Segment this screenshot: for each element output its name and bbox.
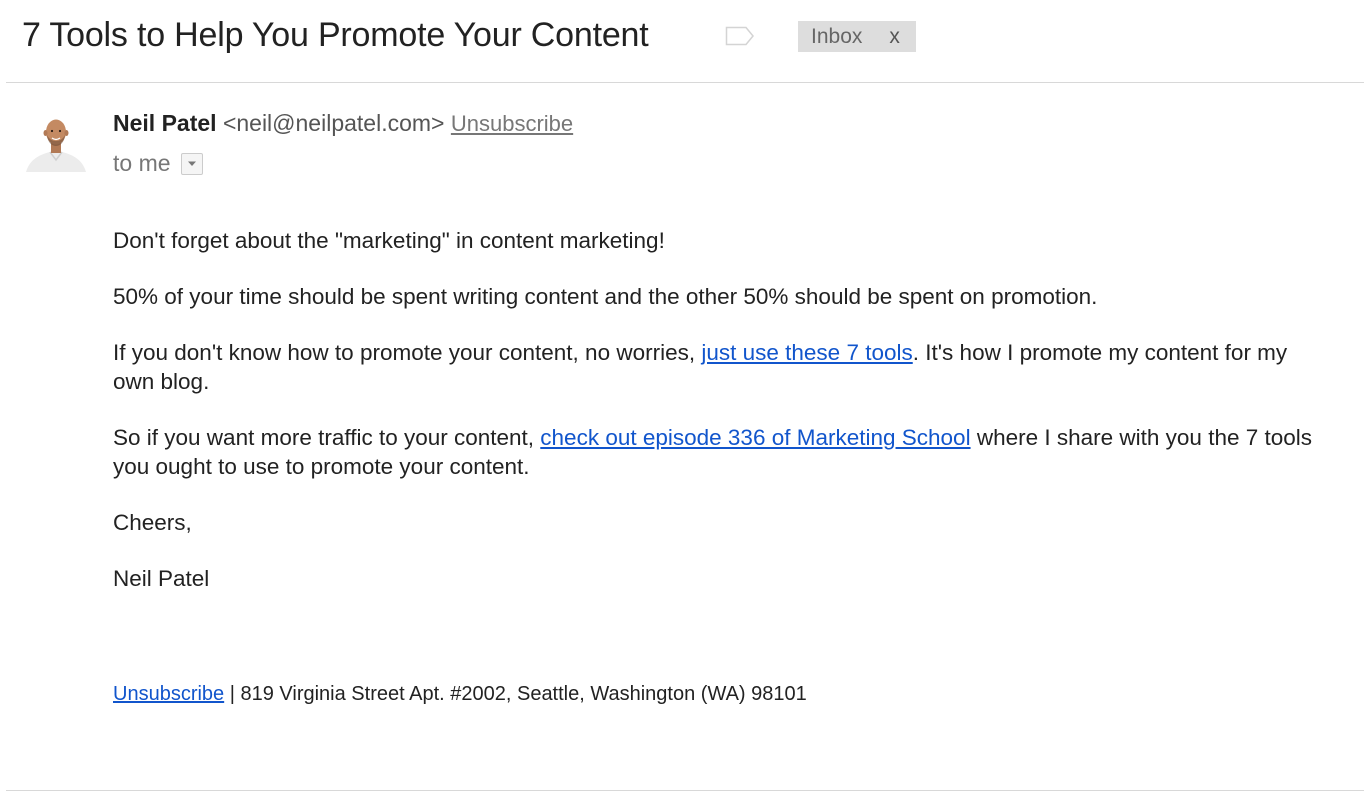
details-dropdown-button[interactable] — [180, 152, 203, 175]
body-paragraph: 50% of your time should be spent writing… — [113, 284, 1098, 309]
body-paragraph: Don't forget about the "marketing" in co… — [113, 228, 665, 253]
recipient-label: to me — [113, 150, 171, 176]
signature: Neil Patel — [113, 566, 210, 591]
sender-email: <neil@neilpatel.com> — [222, 110, 445, 136]
inbox-label-chip[interactable]: Inbox x — [798, 21, 916, 52]
email-subject: 7 Tools to Help You Promote Your Content — [22, 15, 649, 54]
email-footer: Unsubscribe | 819 Virginia Street Apt. #… — [113, 683, 807, 706]
chevron-down-icon — [187, 161, 196, 166]
remove-label-button[interactable]: x — [889, 25, 900, 49]
body-paragraph: So if you want more traffic to your cont… — [113, 423, 1333, 481]
body-paragraph: If you don't know how to promote your co… — [113, 338, 1333, 396]
footer-address: | 819 Virginia Street Apt. #2002, Seattl… — [224, 683, 807, 705]
header-unsubscribe-link[interactable]: Unsubscribe — [451, 111, 573, 136]
subject-row: 7 Tools to Help You Promote Your Content — [22, 12, 649, 58]
body-text: So if you want more traffic to your cont… — [113, 425, 541, 450]
sender-line: Neil Patel <neil@neilpatel.com> Unsubscr… — [113, 110, 573, 137]
inbox-label: Inbox — [811, 24, 863, 48]
body-text: If you don't know how to promote your co… — [113, 340, 702, 365]
recipient-line: to me — [113, 150, 203, 177]
email-view: 7 Tools to Help You Promote Your Content… — [0, 0, 1364, 796]
sender-name[interactable]: Neil Patel — [113, 110, 217, 136]
footer-divider — [6, 790, 1364, 791]
email-body: Don't forget about the "marketing" in co… — [113, 226, 1333, 620]
footer-unsubscribe-link[interactable]: Unsubscribe — [113, 683, 224, 705]
avatar[interactable] — [24, 108, 88, 172]
episode-link[interactable]: check out episode 336 of Marketing Schoo… — [540, 425, 970, 450]
header-divider — [6, 82, 1364, 83]
seven-tools-link[interactable]: just use these 7 tools — [701, 340, 912, 365]
closing: Cheers, — [113, 510, 192, 535]
label-tag-icon[interactable] — [725, 26, 755, 46]
